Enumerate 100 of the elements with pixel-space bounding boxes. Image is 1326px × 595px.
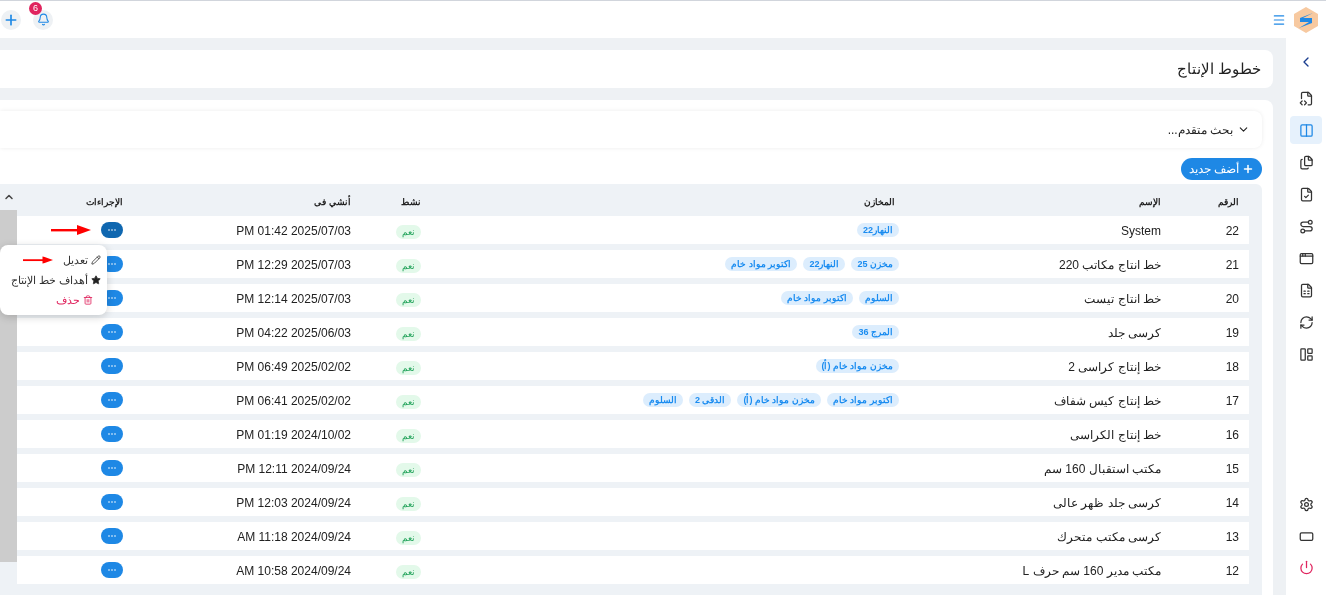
table-cell: خط إنتاج الكراسى [1070,428,1161,442]
warehouse-tag: اكتوبر مواد خام [725,257,798,271]
active-badge: نعم [396,361,421,375]
warehouse-tag: السلوم [859,291,899,305]
table-cell: 14 [1225,496,1239,510]
active-badge: نعم [396,327,421,341]
active-badge: نعم [396,565,421,579]
actions-button[interactable] [101,324,123,340]
warehouse-tag: النهار22 [857,223,899,237]
bell-icon [36,13,50,26]
table-cell: 20 [1225,292,1239,306]
actions-button[interactable] [101,460,123,476]
table-cell: خط إنتاج كيس شفاف [1054,394,1161,408]
warehouse-tag: النهار22 [803,257,846,271]
warehouse-tag: المرج 36 [852,325,899,339]
table-cell: كرسى مكتب متحرك [1057,530,1161,544]
file-code-icon [1298,90,1314,106]
table-cell: PM 12:14 2025/07/03 [236,292,351,306]
add-button[interactable] [1,9,21,30]
table-cell: PM 06:49 2025/02/02 [236,360,351,374]
actions-button[interactable] [101,222,123,238]
table-cell: PM 12:11 2024/09/24 [237,462,351,476]
route-icon [1298,218,1314,234]
table-cell: PM 12:03 2024/09/24 [236,496,351,510]
table-cell: System [1121,224,1161,238]
warehouse-tag: الدقى 2 [688,393,732,407]
menu-item[interactable]: حذف [50,290,99,310]
settings-icon[interactable] [1298,497,1314,512]
active-badge: نعم [396,395,421,409]
files-icon [1298,154,1314,170]
trash-icon [83,295,93,305]
menu-item[interactable]: تعديل [57,250,107,270]
active-badge: نعم [396,497,421,511]
add-new-button[interactable]: أضف جديد [1180,158,1262,180]
table-cell: 19 [1225,326,1239,340]
arrow-icon [51,225,91,235]
bell-button[interactable] [33,9,53,30]
table-cell: PM 12:29 2025/07/03 [236,258,351,272]
advanced-search-bar[interactable]: بحث متقدم... [0,111,1262,148]
file-check-icon [1298,186,1314,202]
table-cell: مكتب مدير 160 سم حرف L [1022,564,1161,578]
table-cell: خط إنتاج كراسى 2 [1068,360,1161,374]
active-badge: نعم [396,259,421,273]
actions-button[interactable] [101,358,123,374]
active-badge: نعم [396,225,421,239]
table-cell: 22 [1225,224,1239,238]
active-badge: نعم [396,531,421,545]
menu-item[interactable]: أهداف خط الإنتاج [4,270,107,290]
page-title: خطوط الإنتاج [1176,58,1261,80]
column-header: الرقم [1218,197,1239,207]
table-cell: كرسى جلد [1107,326,1161,340]
table-cell: 21 [1225,258,1239,272]
table-cell: 15 [1225,462,1239,476]
arrow-icon [23,256,53,264]
actions-button[interactable] [101,494,123,510]
power-icon[interactable] [1298,560,1314,575]
notification-badge: 6 [29,1,42,15]
column-header: نشط [401,197,421,207]
actions-button[interactable] [101,392,123,408]
table-cell: PM 06:41 2025/02/02 [236,394,351,408]
actions-button[interactable] [101,528,123,544]
table-cell: كرسى جلد ظهر عالى [1053,496,1161,510]
plus-icon [1242,163,1254,175]
menu-icon[interactable] [1272,12,1286,27]
warehouse-tag: مخزن 25 [851,257,899,271]
actions-button[interactable] [101,426,123,442]
window-icon [1298,250,1314,266]
warehouse-tag: السلوم [642,393,683,407]
warehouse-tag: مخزن مواد خام (أ) [737,393,821,407]
rectangle-icon[interactable] [1298,529,1314,544]
table-cell: AM 10:58 2024/09/24 [236,564,351,578]
spreadsheet-icon [1298,282,1314,298]
warehouse-tag: اكتوبر مواد خام [781,291,853,305]
refresh-icon [1298,314,1314,330]
table-cell: 12 [1225,564,1239,578]
column-header: المخازن [864,197,895,207]
table-cell: 13 [1225,530,1239,544]
warehouse-tag: مخزن مواد خام (أ) [815,359,899,373]
table-cell: 18 [1225,360,1239,374]
table-cell: 17 [1225,394,1239,408]
table-cell: PM 01:42 2025/07/03 [236,224,351,238]
active-badge: نعم [396,463,421,477]
columns-icon [1298,122,1314,138]
column-header: الإسم [1139,197,1161,207]
column-header: الإجراءات [86,197,123,207]
table-cell: AM 11:18 2024/09/24 [237,530,351,544]
table-cell: 16 [1225,428,1239,442]
table-cell: خط انتاج مكاتب 220 [1058,258,1161,272]
table-cell: PM 04:22 2025/06/03 [236,326,351,340]
table-cell: PM 01:19 2024/10/02 [236,428,351,442]
logo-icon [1294,6,1318,33]
warehouse-tag: اكتوبر مواد خام [827,393,899,407]
layout-icon [1298,346,1314,362]
active-badge: نعم [396,429,421,443]
table-cell: مكتب استقبال 160 سم [1043,462,1161,476]
pencil-icon [91,255,101,265]
column-header: أنشي فى [314,197,351,207]
star-icon [91,275,101,285]
active-badge: نعم [396,293,421,307]
actions-button[interactable] [101,562,123,578]
